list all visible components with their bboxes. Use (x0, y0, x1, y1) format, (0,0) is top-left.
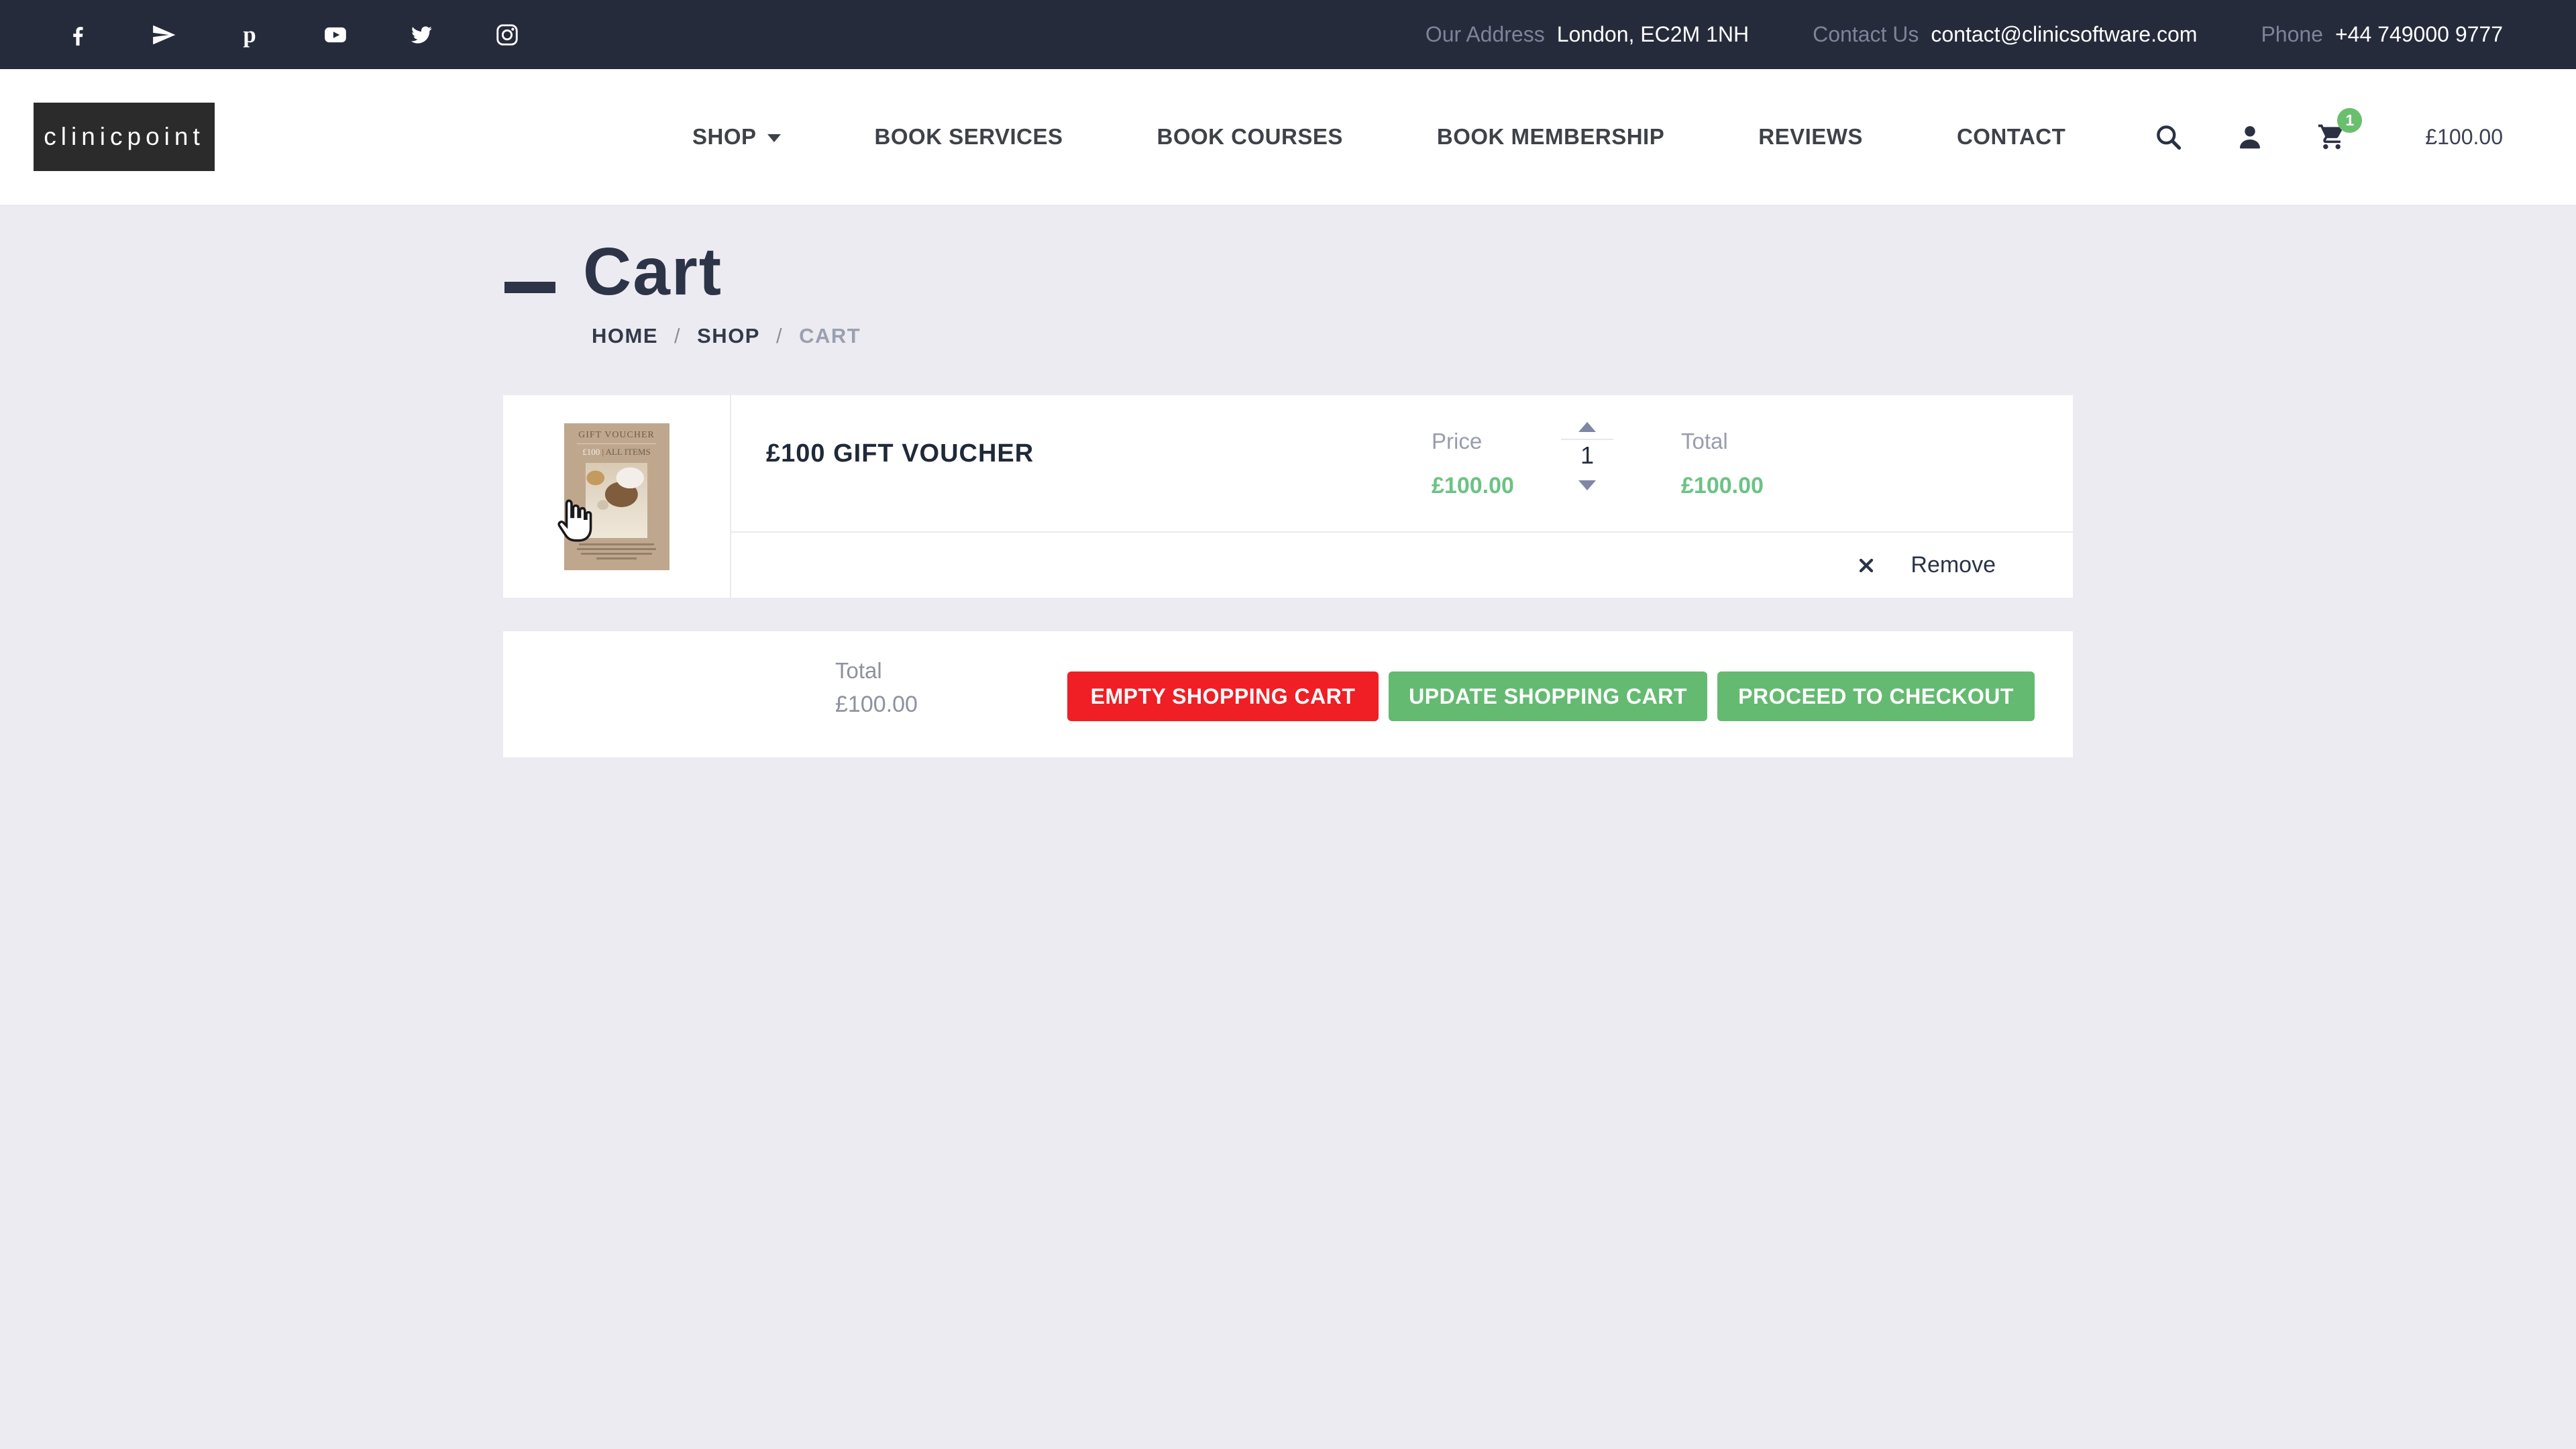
telegram-icon[interactable] (150, 21, 178, 49)
cart-item-card: GIFT VOUCHER £100 | ALL ITEMS (503, 395, 2073, 598)
empty-cart-button[interactable]: EMPTY SHOPPING CART (1067, 672, 1379, 721)
quantity-stepper: 1 (1547, 422, 1627, 490)
youtube-icon[interactable] (321, 21, 350, 49)
breadcrumb-cart: CART (799, 324, 861, 348)
update-cart-button[interactable]: UPDATE SHOPPING CART (1389, 672, 1707, 721)
address-label: Our Address (1426, 22, 1545, 47)
remove-button[interactable]: Remove (1911, 552, 1996, 578)
nav-book-membership[interactable]: BOOK MEMBERSHIP (1437, 124, 1664, 150)
contact-label: Contact Us (1813, 22, 1919, 47)
twitter-icon[interactable] (407, 21, 435, 49)
topbar: p Our Address London, EC2M 1NH Contact U… (0, 0, 2576, 69)
phone-value[interactable]: +44 749000 9777 (2335, 22, 2503, 47)
voucher-photo (586, 463, 647, 538)
breadcrumb: HOME / SHOP / CART (592, 324, 2576, 348)
breadcrumb-separator: / (674, 324, 681, 348)
summary-total-value: £100.00 (835, 692, 918, 718)
voucher-title: GIFT VOUCHER (564, 430, 669, 441)
price-column: Price £100.00 (1432, 429, 1514, 499)
contact-group: Contact Us contact@clinicsoftware.com (1813, 22, 2197, 47)
voucher-divider (577, 443, 656, 444)
quantity-decrease-icon[interactable] (1578, 480, 1596, 490)
main-header: clinicpoint SHOP BOOK SERVICES BOOK COUR… (0, 69, 2576, 205)
pinterest-icon[interactable]: p (235, 21, 264, 49)
logo[interactable]: clinicpoint (34, 103, 215, 171)
voucher-subtitle: £100 | ALL ITEMS (564, 447, 669, 458)
page-content: Cart HOME / SHOP / CART GIFT VOUCHER £10… (0, 239, 2576, 757)
facebook-icon[interactable] (64, 21, 92, 49)
product-image-cell: GIFT VOUCHER £100 | ALL ITEMS (503, 395, 731, 598)
phone-group: Phone +44 749000 9777 (2261, 22, 2503, 47)
cart-item-details: £100 GIFT VOUCHER Price £100.00 1 Total … (731, 395, 2073, 598)
instagram-icon[interactable] (493, 21, 521, 49)
cart-badge: 1 (2337, 108, 2362, 133)
page-title: Cart (583, 239, 722, 304)
nav-contact[interactable]: CONTACT (1957, 124, 2065, 150)
total-column: Total £100.00 (1681, 429, 1764, 499)
page-title-row: Cart (504, 239, 2576, 304)
quantity-value[interactable]: 1 (1580, 441, 1594, 470)
total-label: Total (1681, 429, 1764, 454)
cart-item-row: £100 GIFT VOUCHER Price £100.00 1 Total … (731, 395, 2073, 533)
screen: p Our Address London, EC2M 1NH Contact U… (0, 0, 2576, 1449)
user-account-icon[interactable] (2235, 121, 2265, 152)
nav-reviews[interactable]: REVIEWS (1758, 124, 1863, 150)
logo-text: clinicpoint (44, 123, 204, 151)
cart-summary-card: Total £100.00 EMPTY SHOPPING CART UPDATE… (503, 631, 2073, 757)
stepper-divider (1561, 439, 1613, 440)
main-nav: SHOP BOOK SERVICES BOOK COURSES BOOK MEM… (692, 124, 2065, 150)
breadcrumb-separator: / (776, 324, 783, 348)
social-links: p (64, 21, 521, 49)
search-icon[interactable] (2153, 121, 2184, 152)
price-label: Price (1432, 429, 1514, 454)
nav-book-services[interactable]: BOOK SERVICES (875, 124, 1063, 150)
header-icons: 1 £100.00 (2153, 121, 2503, 152)
cart-icon[interactable]: 1 (2316, 121, 2347, 152)
voucher-fine-print (564, 543, 669, 559)
product-name[interactable]: £100 GIFT VOUCHER (766, 439, 1034, 468)
summary-buttons: EMPTY SHOPPING CART UPDATE SHOPPING CART… (1067, 672, 2035, 721)
remove-x-icon[interactable] (1856, 555, 1877, 576)
topbar-info: Our Address London, EC2M 1NH Contact Us … (1426, 22, 2503, 47)
nav-shop[interactable]: SHOP (692, 124, 781, 150)
header-cart-total[interactable]: £100.00 (2425, 125, 2503, 150)
nav-book-courses[interactable]: BOOK COURSES (1157, 124, 1343, 150)
contact-email-link[interactable]: contact@clinicsoftware.com (1931, 22, 2197, 47)
breadcrumb-home[interactable]: HOME (592, 324, 658, 348)
chevron-down-icon (767, 134, 781, 142)
proceed-checkout-button[interactable]: PROCEED TO CHECKOUT (1717, 672, 2035, 721)
svg-text:p: p (243, 22, 256, 48)
summary-total-block: Total £100.00 (835, 658, 918, 718)
breadcrumb-shop[interactable]: SHOP (697, 324, 760, 348)
total-value: £100.00 (1681, 473, 1764, 499)
summary-total-label: Total (835, 658, 918, 684)
quantity-increase-icon[interactable] (1578, 422, 1596, 432)
title-dash-icon (504, 282, 555, 293)
address-group: Our Address London, EC2M 1NH (1426, 22, 1749, 47)
phone-label: Phone (2261, 22, 2323, 47)
address-value: London, EC2M 1NH (1557, 22, 1749, 47)
remove-row: Remove (731, 533, 2073, 598)
price-value: £100.00 (1432, 473, 1514, 499)
product-image[interactable]: GIFT VOUCHER £100 | ALL ITEMS (564, 423, 669, 570)
